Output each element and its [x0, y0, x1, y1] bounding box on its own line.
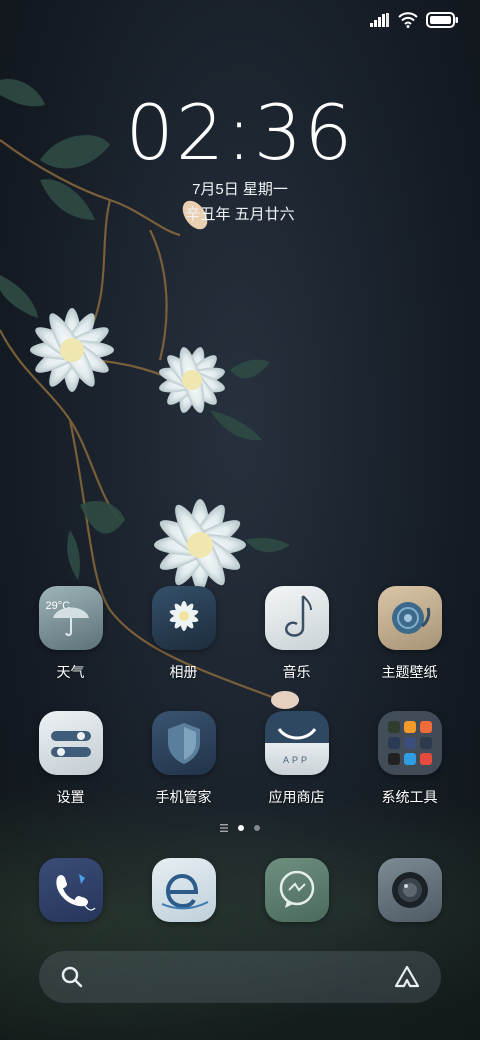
app-music[interactable]: 音乐: [240, 586, 353, 682]
app-store-icon: APP: [264, 711, 329, 775]
all-pages-icon: [220, 824, 228, 832]
app-security[interactable]: 手机管家: [127, 711, 240, 807]
search-icon[interactable]: [60, 965, 84, 989]
page-dot-current: [238, 825, 244, 831]
phone-icon: [38, 858, 103, 922]
folder-system-tools[interactable]: 系统工具: [353, 711, 466, 807]
app-label: 主题壁纸: [381, 664, 438, 680]
app-label: 设置: [56, 789, 85, 805]
app-label: 音乐: [282, 664, 311, 680]
lunar-date-label: 辛丑年 五月廿六: [185, 206, 295, 223]
app-label: 应用商店: [268, 789, 325, 805]
dock-camera[interactable]: [353, 858, 466, 922]
shield-icon: [151, 711, 216, 775]
battery-icon: [426, 12, 458, 28]
dock-browser[interactable]: [127, 858, 240, 922]
app-label: 天气: [56, 664, 85, 680]
app-label: 系统工具: [381, 789, 438, 805]
music-icon: [264, 586, 329, 650]
camera-icon: [377, 858, 442, 922]
app-grid-row-2: 设置 手机管家 APP 应用商店 系统工具: [14, 711, 466, 807]
messages-icon: [264, 858, 329, 922]
status-bar: [370, 10, 458, 30]
app-label: 相册: [169, 664, 198, 680]
assistant-icon[interactable]: [393, 965, 421, 989]
app-label: 手机管家: [155, 789, 212, 805]
themes-icon: [377, 586, 442, 650]
weather-icon: 29°C: [38, 586, 103, 650]
wifi-icon: [398, 12, 418, 28]
gallery-icon: [151, 586, 216, 650]
app-gallery[interactable]: 相册: [127, 586, 240, 682]
app-weather[interactable]: 29°C 天气: [14, 586, 127, 682]
app-store[interactable]: APP 应用商店: [240, 711, 353, 807]
app-settings[interactable]: 设置: [14, 711, 127, 807]
settings-icon: [38, 711, 103, 775]
signal-bars-icon: [370, 13, 389, 27]
app-store-badge: APP: [282, 755, 310, 765]
page-indicator[interactable]: [0, 824, 480, 832]
clock-time[interactable]: 02:36: [0, 88, 480, 177]
app-grid-row-1: 29°C 天气 相册 音乐 主题壁纸: [14, 586, 466, 682]
folder-icon: [377, 711, 442, 775]
date-label: 7月5日 星期一: [192, 181, 288, 198]
dock: [14, 858, 466, 922]
app-themes[interactable]: 主题壁纸: [353, 586, 466, 682]
page-dot: [254, 825, 260, 831]
browser-icon: [151, 858, 216, 922]
dock-phone[interactable]: [14, 858, 127, 922]
search-bar[interactable]: [39, 951, 441, 1003]
dock-messages[interactable]: [240, 858, 353, 922]
